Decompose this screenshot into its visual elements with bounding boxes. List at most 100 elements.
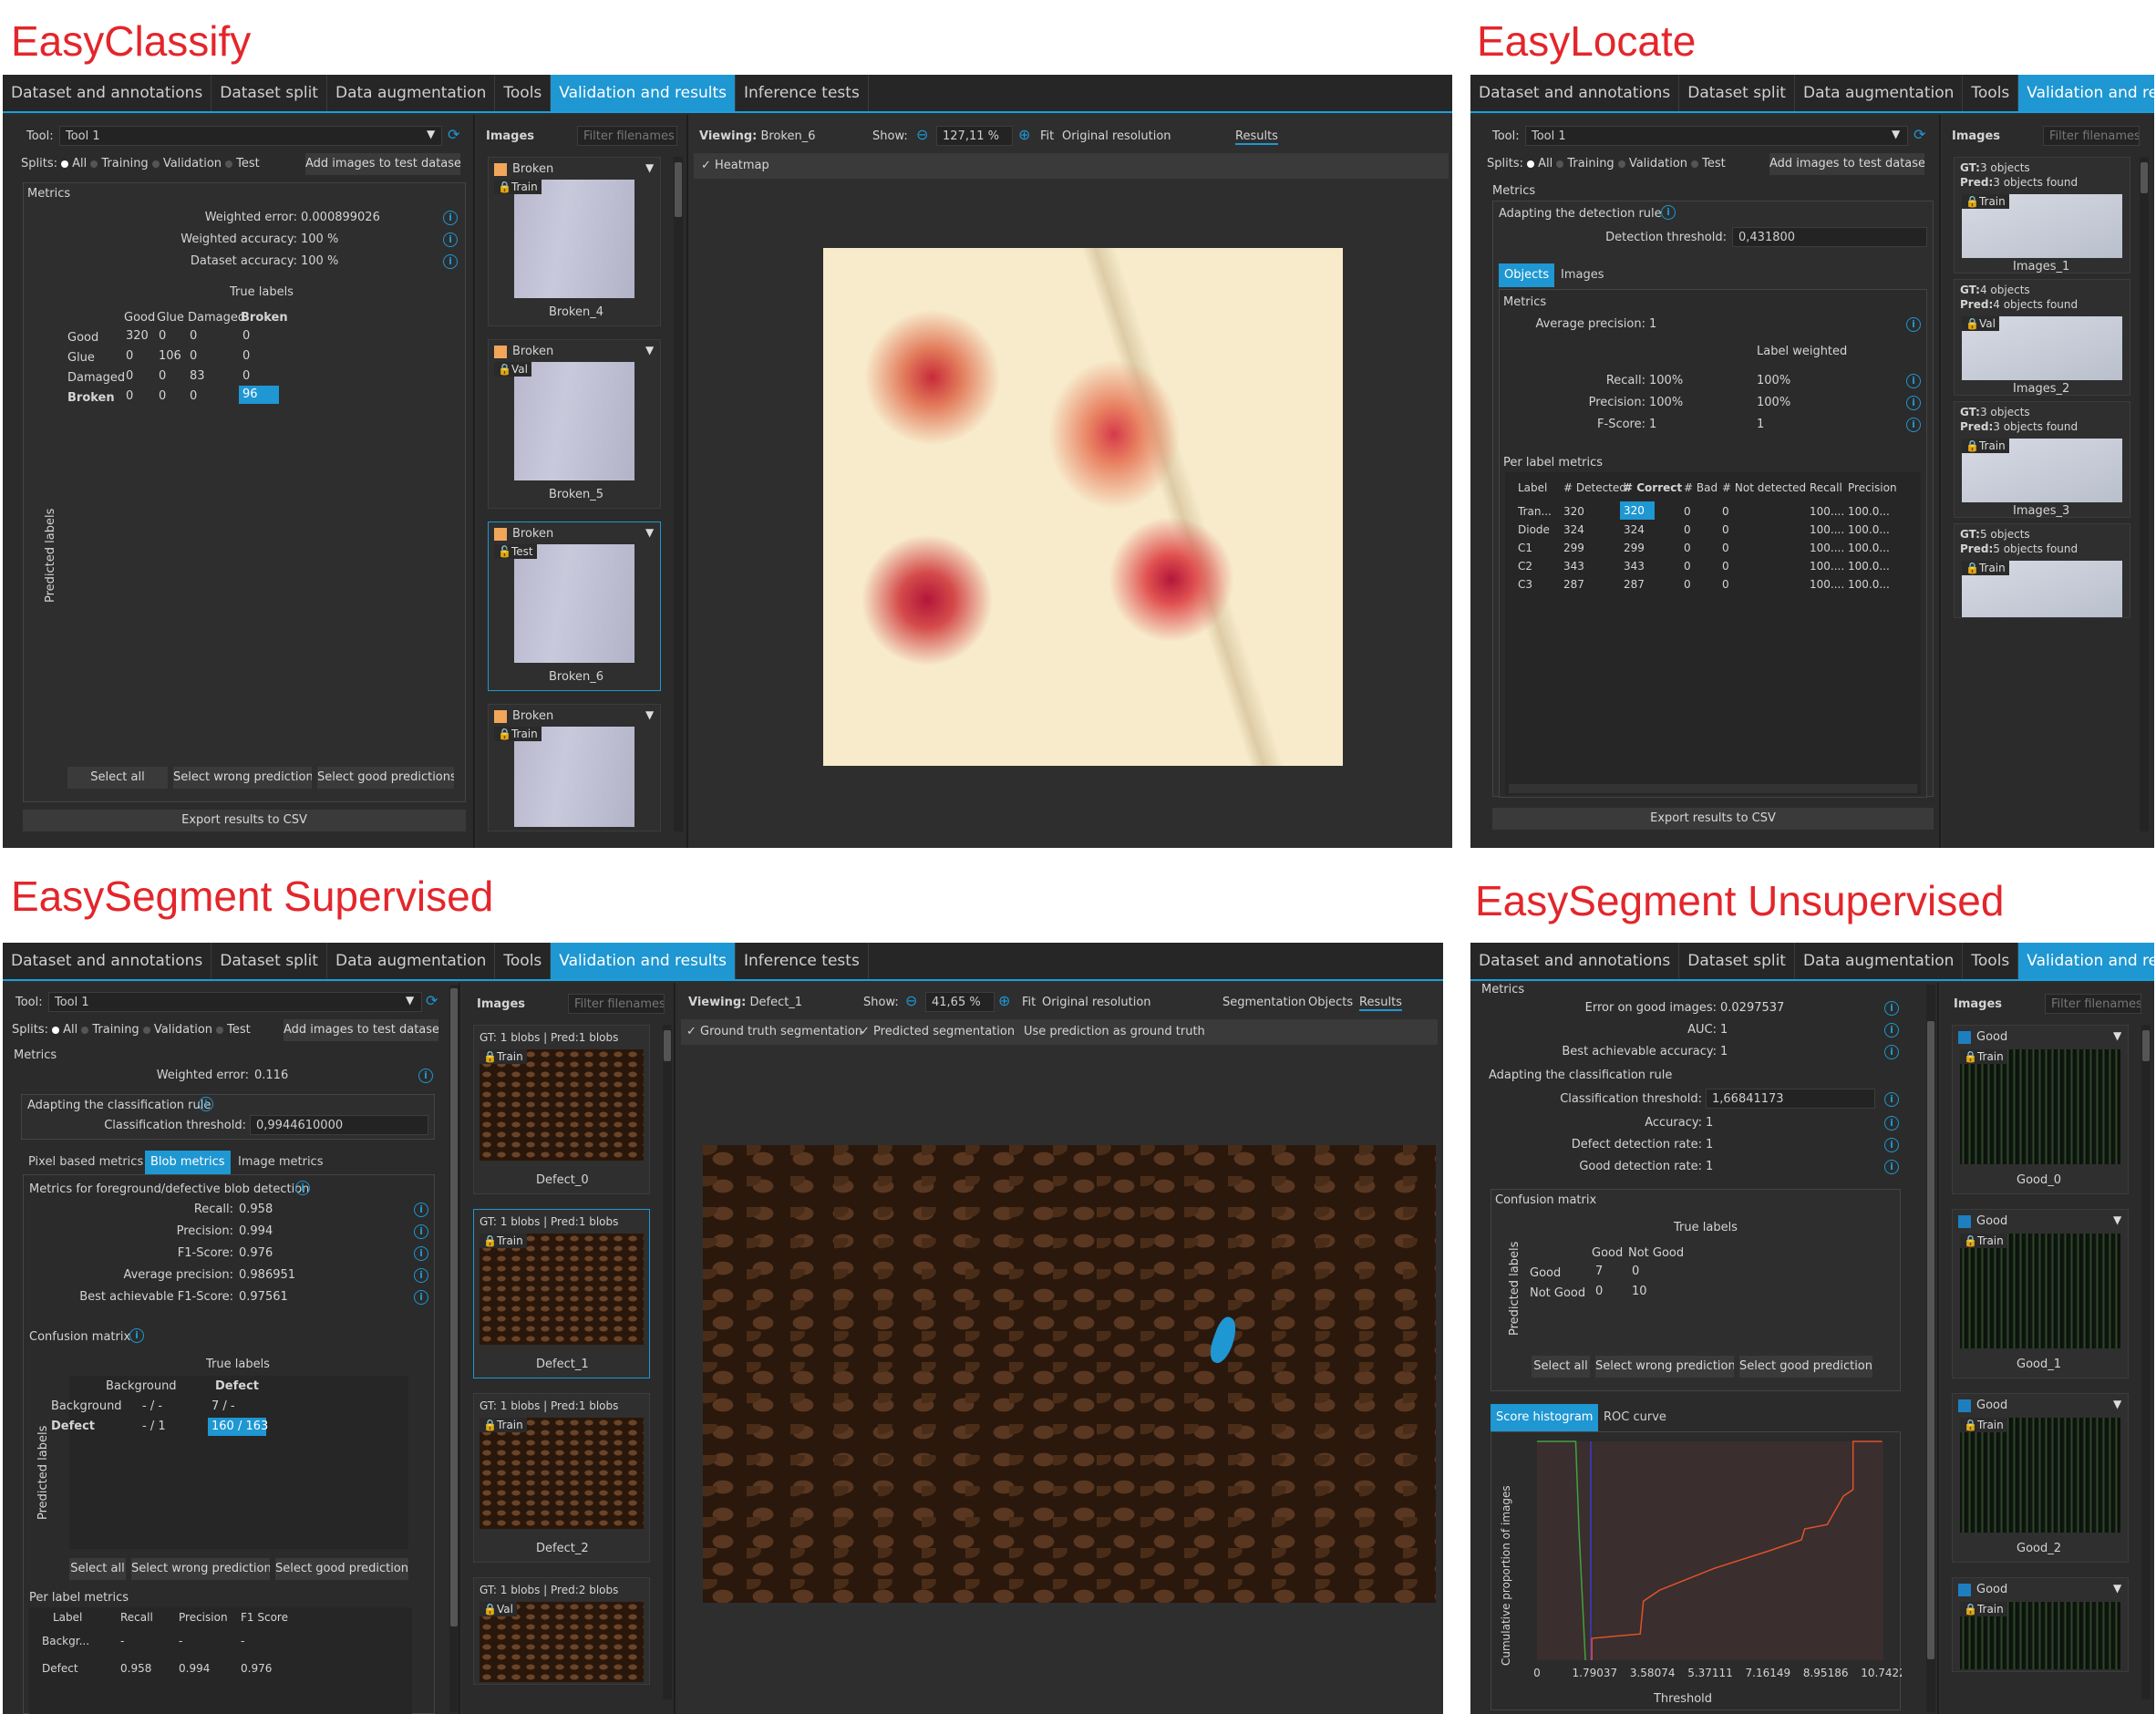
select-all-button[interactable]: Select all [67, 767, 168, 789]
classification-threshold-input[interactable]: 1,66841173 [1706, 1089, 1875, 1109]
table-cell[interactable]: 324 [1624, 523, 1645, 536]
table-cell[interactable]: 299 [1563, 542, 1584, 554]
filter-input[interactable]: Filter filenames [568, 994, 665, 1014]
zoom-out-icon[interactable]: ⊖ [916, 126, 928, 143]
info-icon[interactable]: i [414, 1290, 428, 1305]
zoom-in-icon[interactable]: ⊕ [998, 992, 1010, 1009]
filter-input[interactable]: Filter filenames [2043, 126, 2140, 146]
split-validation[interactable]: Validation [163, 157, 222, 170]
pred-segmentation-toggle[interactable]: ✓ Predicted segmentation [860, 1025, 1015, 1038]
radio-icon[interactable] [151, 160, 160, 168]
matrix-cell-selected[interactable]: 96 [239, 386, 279, 404]
tab-blob-metrics[interactable]: Blob metrics [145, 1151, 231, 1174]
zoom-input[interactable]: 41,65 % [925, 992, 995, 1012]
select-good-button[interactable]: Select good predictions [317, 767, 454, 789]
image-thumbnail[interactable]: Good ▼ 🔒Train Good_2 [1952, 1393, 2129, 1563]
chevron-down-icon[interactable]: ▼ [645, 526, 654, 539]
split-test[interactable]: Test [236, 157, 260, 170]
table-cell[interactable]: Backgr... [42, 1635, 89, 1647]
image-thumbnail-selected[interactable]: GT: 1 blobs | Pred:1 blobs 🔒Train Defect_1 [473, 1209, 650, 1378]
matrix-cell[interactable]: 0 [159, 329, 166, 343]
info-icon[interactable]: i [1884, 1092, 1899, 1107]
split-validation[interactable]: Validation [154, 1023, 212, 1037]
chevron-down-icon[interactable]: ▼ [2113, 1582, 2121, 1595]
table-cell[interactable]: Diode [1518, 523, 1550, 536]
table-cell[interactable]: 0 [1722, 578, 1729, 591]
image-thumbnail[interactable]: GT:4 objects Pred:4 objects found 🔒Val Imag… [1954, 279, 2130, 396]
select-good-button[interactable]: Select good predictions [1739, 1356, 1872, 1378]
results-tab[interactable]: Results [1359, 996, 1402, 1011]
table-cell[interactable]: - [241, 1635, 244, 1647]
matrix-cell[interactable]: 10 [1632, 1285, 1647, 1298]
zoom-out-icon[interactable]: ⊖ [905, 992, 917, 1009]
chevron-down-icon[interactable]: ▼ [645, 161, 654, 174]
zoom-in-icon[interactable]: ⊕ [1018, 126, 1030, 143]
table-cell[interactable]: 343 [1624, 560, 1645, 573]
matrix-cell[interactable]: 320 [126, 329, 149, 343]
tool-select[interactable]: Tool 1 [59, 126, 442, 146]
info-icon[interactable]: i [1884, 1045, 1899, 1059]
table-cell[interactable]: 100.0... [1848, 560, 1890, 573]
tab-validation[interactable]: Validation and results [2018, 75, 2154, 111]
original-resolution-button[interactable]: Original resolution [1062, 129, 1171, 143]
table-cell[interactable]: 100.... [1810, 523, 1844, 536]
tab-split[interactable]: Dataset split [1679, 75, 1795, 111]
info-icon[interactable]: i [1884, 1116, 1899, 1131]
zoom-input[interactable]: 127,11 % [936, 126, 1013, 146]
add-images-button[interactable]: Add images to test dataset [305, 153, 460, 175]
split-validation[interactable]: Validation [1629, 157, 1687, 170]
info-icon[interactable]: i [443, 254, 458, 269]
table-cell[interactable]: - [120, 1635, 124, 1647]
table-cell[interactable]: 0 [1684, 523, 1691, 536]
info-icon[interactable]: i [129, 1328, 144, 1343]
tab-split[interactable]: Dataset split [211, 75, 327, 111]
split-all[interactable]: All [72, 157, 87, 170]
tab-split[interactable]: Dataset split [211, 943, 327, 979]
select-all-button[interactable]: Select all [1532, 1356, 1590, 1378]
matrix-cell[interactable]: 0 [242, 349, 250, 363]
split-all[interactable]: All [63, 1023, 77, 1037]
chevron-down-icon[interactable]: ▼ [2113, 1213, 2121, 1226]
radio-icon[interactable] [216, 1026, 224, 1034]
table-cell[interactable]: 0.994 [179, 1662, 210, 1675]
select-good-button[interactable]: Select good predictions [275, 1558, 408, 1580]
select-wrong-button[interactable]: Select wrong predictions [173, 767, 312, 789]
image-thumbnail[interactable]: Broken ▼ 🔒Val Broken_5 [488, 339, 661, 509]
tab-image-metrics[interactable]: Image metrics [232, 1151, 328, 1174]
matrix-cell[interactable]: 83 [190, 369, 205, 383]
radio-icon[interactable] [1691, 160, 1699, 168]
tab-inference[interactable]: Inference tests [736, 75, 869, 111]
info-icon[interactable]: i [1906, 418, 1921, 432]
table-cell[interactable]: 100.0... [1848, 523, 1890, 536]
info-icon[interactable]: i [1906, 374, 1921, 388]
tab-dataset[interactable]: Dataset and annotations [1470, 943, 1680, 979]
table-cell[interactable]: 0 [1684, 560, 1691, 573]
tab-score-histogram[interactable]: Score histogram [1491, 1404, 1599, 1431]
matrix-cell[interactable]: 106 [159, 349, 181, 363]
tab-images[interactable]: Images [1555, 263, 1610, 287]
tab-split[interactable]: Dataset split [1679, 943, 1795, 979]
info-icon[interactable]: i [1906, 317, 1921, 332]
table-cell[interactable]: 287 [1563, 578, 1584, 591]
table-cell[interactable]: 100.... [1810, 578, 1844, 591]
table-cell[interactable]: 343 [1563, 560, 1584, 573]
info-icon[interactable]: i [443, 211, 458, 225]
matrix-cell[interactable]: 0 [126, 389, 133, 403]
tool-select[interactable]: Tool 1 [48, 992, 422, 1012]
matrix-cell[interactable]: 0 [159, 369, 166, 383]
table-cell[interactable]: 0 [1722, 560, 1729, 573]
refresh-icon[interactable]: ⟳ [426, 992, 438, 1009]
select-wrong-button[interactable]: Select wrong predictions [1595, 1356, 1734, 1378]
table-cell[interactable]: 0 [1684, 542, 1691, 554]
matrix-cell[interactable]: 7 / - [211, 1399, 235, 1413]
table-cell[interactable]: 324 [1563, 523, 1584, 536]
chevron-down-icon[interactable]: ▼ [2113, 1398, 2121, 1410]
info-icon[interactable]: i [199, 1097, 213, 1111]
add-images-button[interactable]: Add images to test dataset [284, 1019, 438, 1041]
chevron-down-icon[interactable]: ▼ [2113, 1029, 2121, 1042]
tab-objects[interactable]: Objects [1499, 263, 1555, 287]
tab-validation[interactable]: Validation and results [551, 75, 736, 111]
original-resolution-button[interactable]: Original resolution [1042, 996, 1151, 1009]
tab-pixel-metrics[interactable]: Pixel based metrics [23, 1151, 149, 1174]
chevron-down-icon[interactable]: ▼ [645, 344, 654, 356]
